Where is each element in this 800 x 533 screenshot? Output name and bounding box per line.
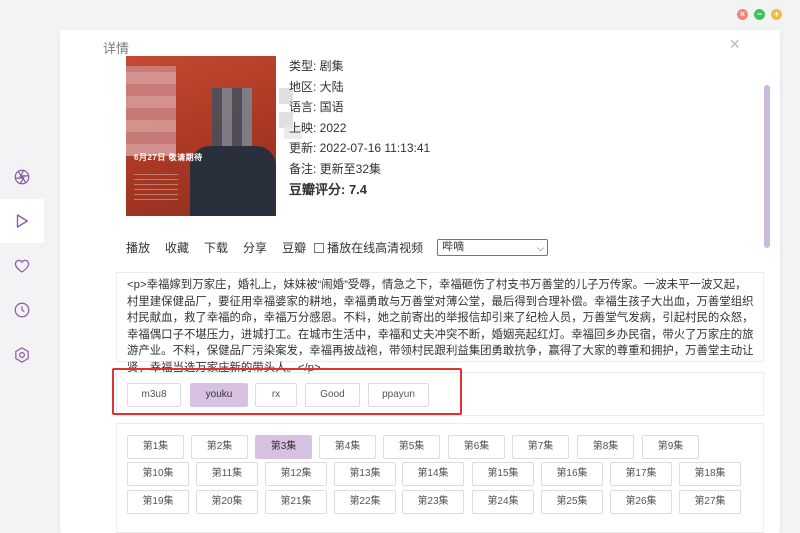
sidebar bbox=[0, 0, 44, 533]
episode-button[interactable]: 第3集 bbox=[255, 435, 312, 459]
info-region: 地区: 大陆 bbox=[289, 79, 344, 94]
hd-checkbox[interactable] bbox=[314, 242, 325, 253]
action-bar: 播放 收藏 下载 分享 豆瓣 播放在线高清视频 哔嘀 ⌵ bbox=[126, 239, 549, 256]
info-panel: 类型: 剧集 地区: 大陆 语言: 国语 上映: 2022 更新: 2022-0… bbox=[289, 56, 430, 201]
window-close-button[interactable]: × bbox=[737, 9, 748, 20]
play-link[interactable]: 播放 bbox=[126, 239, 150, 256]
sidebar-item-settings[interactable] bbox=[0, 333, 44, 377]
episode-button[interactable]: 第27集 bbox=[679, 490, 741, 514]
episode-button[interactable]: 第24集 bbox=[472, 490, 534, 514]
sidebar-item-play[interactable] bbox=[0, 199, 44, 243]
player-select[interactable]: 哔嘀 ⌵ bbox=[437, 239, 549, 256]
sidebar-item-history[interactable] bbox=[0, 288, 44, 332]
episode-button[interactable]: 第19集 bbox=[127, 490, 189, 514]
episode-button[interactable]: 第8集 bbox=[577, 435, 634, 459]
episode-button[interactable]: 第26集 bbox=[610, 490, 672, 514]
episode-button[interactable]: 第11集 bbox=[196, 462, 258, 486]
info-language: 语言: 国语 bbox=[289, 100, 344, 114]
window-minimize-button[interactable]: − bbox=[754, 9, 765, 20]
info-year: 上映: 2022 bbox=[289, 120, 347, 135]
source-highlight-box bbox=[112, 368, 462, 415]
episode-button[interactable]: 第17集 bbox=[610, 462, 672, 486]
sidebar-item-discover[interactable] bbox=[0, 155, 44, 199]
window-maximize-button[interactable]: + bbox=[771, 9, 782, 20]
description-text: <p>幸福嫁到万家庄，婚礼上，妹妹被“闹婚”受辱，情急之下，幸福砸伤了村支书万善… bbox=[127, 279, 754, 374]
dialog-title: 详情 bbox=[103, 41, 130, 56]
episode-button[interactable]: 第5集 bbox=[383, 435, 440, 459]
window-controls: × − + bbox=[737, 9, 782, 20]
episode-button[interactable]: 第13集 bbox=[334, 462, 396, 486]
aperture-icon bbox=[14, 169, 30, 185]
poster-caption: 6月27日 敬请期待 bbox=[134, 153, 203, 162]
heart-icon bbox=[14, 259, 30, 273]
episode-button[interactable]: 第22集 bbox=[334, 490, 396, 514]
info-remark: 备注: 更新至32集 bbox=[289, 161, 382, 176]
episode-button[interactable]: 第2集 bbox=[191, 435, 248, 459]
favorite-link[interactable]: 收藏 bbox=[165, 239, 189, 256]
hd-label: 播放在线高清视频 bbox=[327, 241, 424, 255]
episode-button[interactable]: 第14集 bbox=[402, 462, 464, 486]
detail-dialog: 详情 × 6月27日 敬请期待 类型: 剧集 地区: 大陆 语言: 国语 上映:… bbox=[60, 30, 780, 533]
settings-icon bbox=[15, 347, 29, 363]
douban-link[interactable]: 豆瓣 bbox=[282, 239, 306, 256]
episode-button[interactable]: 第9集 bbox=[642, 435, 699, 459]
info-type: 类型: 剧集 bbox=[289, 59, 344, 73]
episode-button[interactable]: 第4集 bbox=[319, 435, 376, 459]
episode-button[interactable]: 第25集 bbox=[541, 490, 603, 514]
play-icon bbox=[16, 214, 28, 228]
sidebar-item-favorites[interactable] bbox=[0, 244, 44, 288]
description-box: <p>幸福嫁到万家庄，婚礼上，妹妹被“闹婚”受辱，情急之下，幸福砸伤了村支书万善… bbox=[116, 272, 764, 374]
episode-button[interactable]: 第12集 bbox=[265, 462, 327, 486]
hd-option[interactable]: 播放在线高清视频 bbox=[314, 239, 423, 256]
player-select-value: 哔嘀 bbox=[442, 241, 465, 253]
info-updated: 更新: 2022-07-16 11:13:41 bbox=[289, 141, 431, 155]
chevron-down-icon: ⌵ bbox=[537, 243, 545, 253]
close-icon: × bbox=[739, 9, 746, 19]
poster-image: 6月27日 敬请期待 bbox=[126, 56, 276, 216]
episode-button[interactable]: 第15集 bbox=[472, 462, 534, 486]
episode-button[interactable]: 第1集 bbox=[127, 435, 184, 459]
episode-button[interactable]: 第18集 bbox=[679, 462, 741, 486]
dialog-close-button[interactable]: × bbox=[729, 34, 740, 54]
clock-icon bbox=[14, 302, 30, 318]
episode-button[interactable]: 第6集 bbox=[448, 435, 505, 459]
episode-button[interactable]: 第20集 bbox=[196, 490, 258, 514]
episode-button[interactable]: 第21集 bbox=[265, 490, 327, 514]
minimize-icon: − bbox=[756, 9, 763, 19]
episode-button[interactable]: 第10集 bbox=[127, 462, 189, 486]
episode-button[interactable]: 第23集 bbox=[402, 490, 464, 514]
share-link[interactable]: 分享 bbox=[243, 239, 267, 256]
scrollbar-thumb[interactable] bbox=[764, 85, 770, 248]
maximize-icon: + bbox=[773, 9, 780, 19]
download-link[interactable]: 下载 bbox=[204, 239, 228, 256]
episode-button[interactable]: 第7集 bbox=[512, 435, 569, 459]
info-rating: 豆瓣评分: 7.4 bbox=[289, 182, 368, 197]
episode-button[interactable]: 第16集 bbox=[541, 462, 603, 486]
